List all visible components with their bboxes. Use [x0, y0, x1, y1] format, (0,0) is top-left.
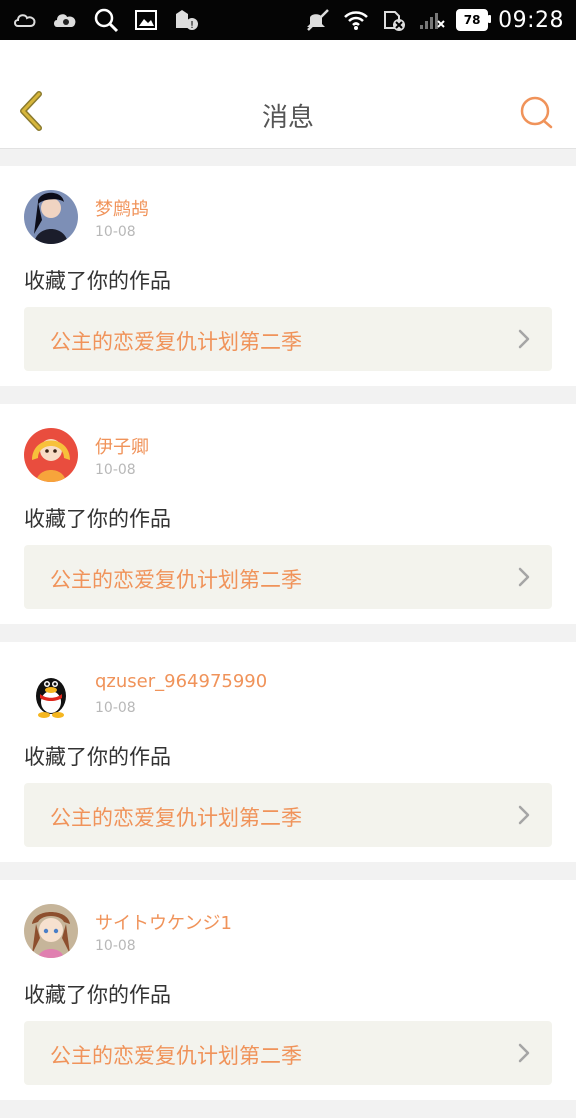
message-date: 10-08: [95, 224, 136, 240]
avatar[interactable]: [24, 904, 78, 958]
message-card: 梦鹧鸪 10-08 收藏了你的作品 公主的恋爱复仇计划第二季: [0, 166, 576, 386]
message-list: 梦鹧鸪 10-08 收藏了你的作品 公主的恋爱复仇计划第二季 伊子卿 10-08…: [0, 166, 576, 1118]
avatar[interactable]: [24, 666, 78, 720]
work-link[interactable]: 公主的恋爱复仇计划第二季: [24, 783, 552, 847]
action-text: 收藏了你的作品: [24, 983, 171, 1007]
message-card: qzuser_964975990 10-08 收藏了你的作品 公主的恋爱复仇计划…: [0, 642, 576, 862]
work-title: 公主的恋爱复仇计划第二季: [50, 806, 302, 830]
message-date: 10-08: [95, 462, 136, 478]
user-name[interactable]: サイトウケンジ1: [95, 909, 232, 935]
user-name[interactable]: 伊子卿: [95, 433, 149, 459]
status-bar-time: 09:28: [498, 7, 564, 33]
header: 消息: [0, 40, 576, 149]
action-text: 收藏了你的作品: [24, 507, 171, 531]
avatar[interactable]: [24, 190, 78, 244]
page-title: 消息: [261, 103, 314, 133]
message-card: サイトウケンジ1 10-08 收藏了你的作品 公主的恋爱复仇计划第二季: [0, 880, 576, 1100]
status-bar-left: !: [12, 0, 200, 40]
action-text: 收藏了你的作品: [24, 745, 171, 769]
work-link[interactable]: 公主的恋爱复仇计划第二季: [24, 545, 552, 609]
weather-icon: [12, 6, 40, 34]
signal-icon: [418, 6, 446, 34]
search-icon: [92, 6, 120, 34]
work-title: 公主的恋爱复仇计划第二季: [50, 1044, 302, 1068]
chevron-right-icon: [518, 567, 530, 587]
battery-icon: 78: [456, 9, 492, 31]
chevron-right-icon: [518, 329, 530, 349]
cloud-message-icon: [52, 6, 80, 34]
avatar[interactable]: [24, 428, 78, 482]
chevron-right-icon: [518, 805, 530, 825]
app-update-icon: !: [172, 6, 200, 34]
message-date: 10-08: [95, 938, 136, 954]
wifi-icon: [342, 6, 370, 34]
message-date: 10-08: [95, 700, 136, 716]
mute-icon: [304, 6, 332, 34]
status-bar: ! 78 09:28: [0, 0, 576, 40]
work-link[interactable]: 公主的恋爱复仇计划第二季: [24, 307, 552, 371]
message-card: 伊子卿 10-08 收藏了你的作品 公主的恋爱复仇计划第二季: [0, 404, 576, 624]
status-bar-right: 78 09:28: [304, 0, 564, 40]
svg-text:!: !: [190, 20, 194, 31]
search-icon: [520, 96, 553, 129]
image-icon: [132, 6, 160, 34]
user-name[interactable]: 梦鹧鸪: [95, 195, 149, 221]
work-title: 公主的恋爱复仇计划第二季: [50, 568, 302, 592]
work-link[interactable]: 公主的恋爱复仇计划第二季: [24, 1021, 552, 1085]
search-button[interactable]: [518, 94, 556, 132]
chevron-right-icon: [518, 1043, 530, 1063]
work-title: 公主的恋爱复仇计划第二季: [50, 330, 302, 354]
sim-off-icon: [380, 6, 408, 34]
action-text: 收藏了你的作品: [24, 269, 171, 293]
user-name[interactable]: qzuser_964975990: [95, 671, 267, 692]
